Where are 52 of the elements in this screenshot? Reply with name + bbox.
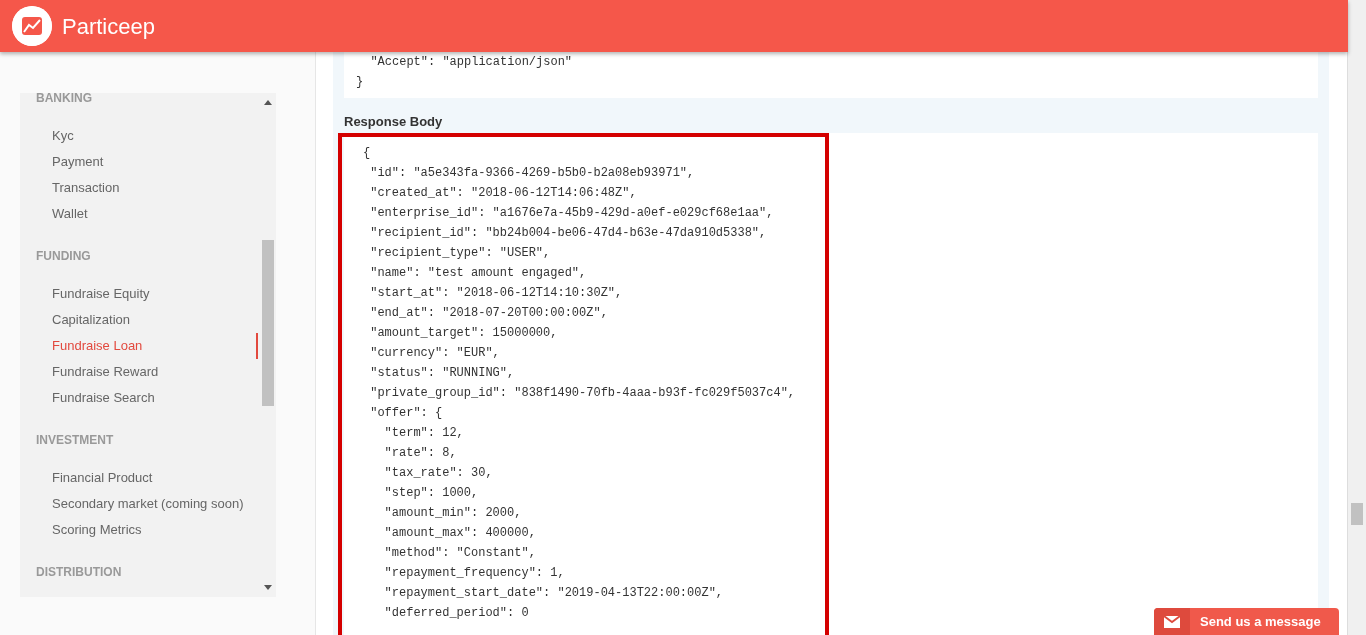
code-line: "private_group_id": "838f1490-70fb-4aaa-b93f-fc029f5037c4", bbox=[369, 384, 797, 402]
code-line: "term": 12, bbox=[383, 424, 465, 442]
code-line: "repayment_frequency": 1, bbox=[383, 564, 566, 582]
menu-item[interactable]: Capitalization bbox=[20, 307, 258, 333]
code-line: "enterprise_id": "a1676e7a-45b9-429d-a0ef-e029cf68e1aa", bbox=[369, 204, 775, 222]
menu-item[interactable]: Kyc bbox=[20, 123, 258, 149]
menu-item[interactable]: Wallet bbox=[20, 201, 258, 227]
code-line: "amount_min": 2000, bbox=[383, 504, 523, 522]
menu-item[interactable]: Fundraise Search bbox=[20, 385, 258, 411]
page-scrollbar[interactable] bbox=[1348, 0, 1366, 635]
send-message-button[interactable]: Send us a message bbox=[1154, 608, 1339, 635]
scrollbar-thumb[interactable] bbox=[262, 240, 274, 406]
menu-item[interactable]: Scoring Metrics bbox=[20, 517, 258, 543]
section-title: Response Body bbox=[344, 113, 444, 131]
menu-item[interactable]: Fundraise Loan bbox=[20, 333, 258, 359]
code-line: "end_at": "2018-07-20T00:00:00Z", bbox=[369, 304, 609, 322]
code-line: "recipient_type": "USER", bbox=[369, 244, 552, 262]
chart-logo-icon bbox=[12, 6, 52, 46]
code-line: "id": "a5e343fa-9366-4269-b5b0-b2a08eb93971", bbox=[369, 164, 696, 182]
code-line: "method": "Constant", bbox=[383, 544, 537, 562]
code-line: "name": "test amount engaged", bbox=[369, 264, 588, 282]
code-line: { bbox=[363, 144, 372, 162]
menu-item[interactable]: Payment bbox=[20, 149, 258, 175]
menu-item[interactable]: Fundraise Equity bbox=[20, 281, 258, 307]
code-line: "created_at": "2018-06-12T14:06:48Z", bbox=[369, 184, 638, 202]
code-line: "repayment_start_date": "2019-04-13T22:00:00Z", bbox=[383, 584, 725, 602]
code-line: "step": 1000, bbox=[383, 484, 480, 502]
code-line: "recipient_id": "bb24b004-be06-47d4-b63e-47da910d5338", bbox=[369, 224, 768, 242]
scroll-down-icon[interactable] bbox=[264, 585, 272, 591]
scroll-up-icon[interactable] bbox=[264, 99, 272, 105]
menu-item[interactable]: Financial Product bbox=[20, 465, 258, 491]
envelope-icon bbox=[1164, 615, 1180, 628]
code-line: "deferred_period": 0 bbox=[383, 604, 530, 622]
code-line: "status": "RUNNING", bbox=[369, 364, 516, 382]
menu-item[interactable]: Secondary market (coming soon) bbox=[20, 491, 258, 517]
scrollbar-thumb[interactable] bbox=[1351, 503, 1363, 525]
menu-section-heading: FUNDING bbox=[36, 249, 91, 263]
menu-item[interactable]: Fundraise Reward bbox=[20, 359, 258, 385]
code-line: "Accept": "application/json" bbox=[369, 54, 574, 71]
menu-section-heading: DISTRIBUTION bbox=[36, 565, 122, 579]
menu-item[interactable]: Transaction bbox=[20, 175, 258, 201]
code-line: "offer": { bbox=[369, 404, 444, 422]
menu-section-heading: INVESTMENT bbox=[36, 433, 114, 447]
menu-section-heading: BANKING bbox=[36, 93, 92, 105]
code-line: "currency": "EUR", bbox=[369, 344, 501, 362]
code-line: } bbox=[356, 74, 365, 91]
code-line: "amount_max": 400000, bbox=[383, 524, 537, 542]
code-line: "start_at": "2018-06-12T14:10:30Z", bbox=[369, 284, 624, 302]
code-line: "rate": 8, bbox=[383, 444, 458, 462]
code-line: "amount_target": 15000000, bbox=[369, 324, 559, 342]
brand-name[interactable]: Particeep bbox=[62, 9, 155, 43]
code-line: "tax_rate": 30, bbox=[383, 464, 494, 482]
